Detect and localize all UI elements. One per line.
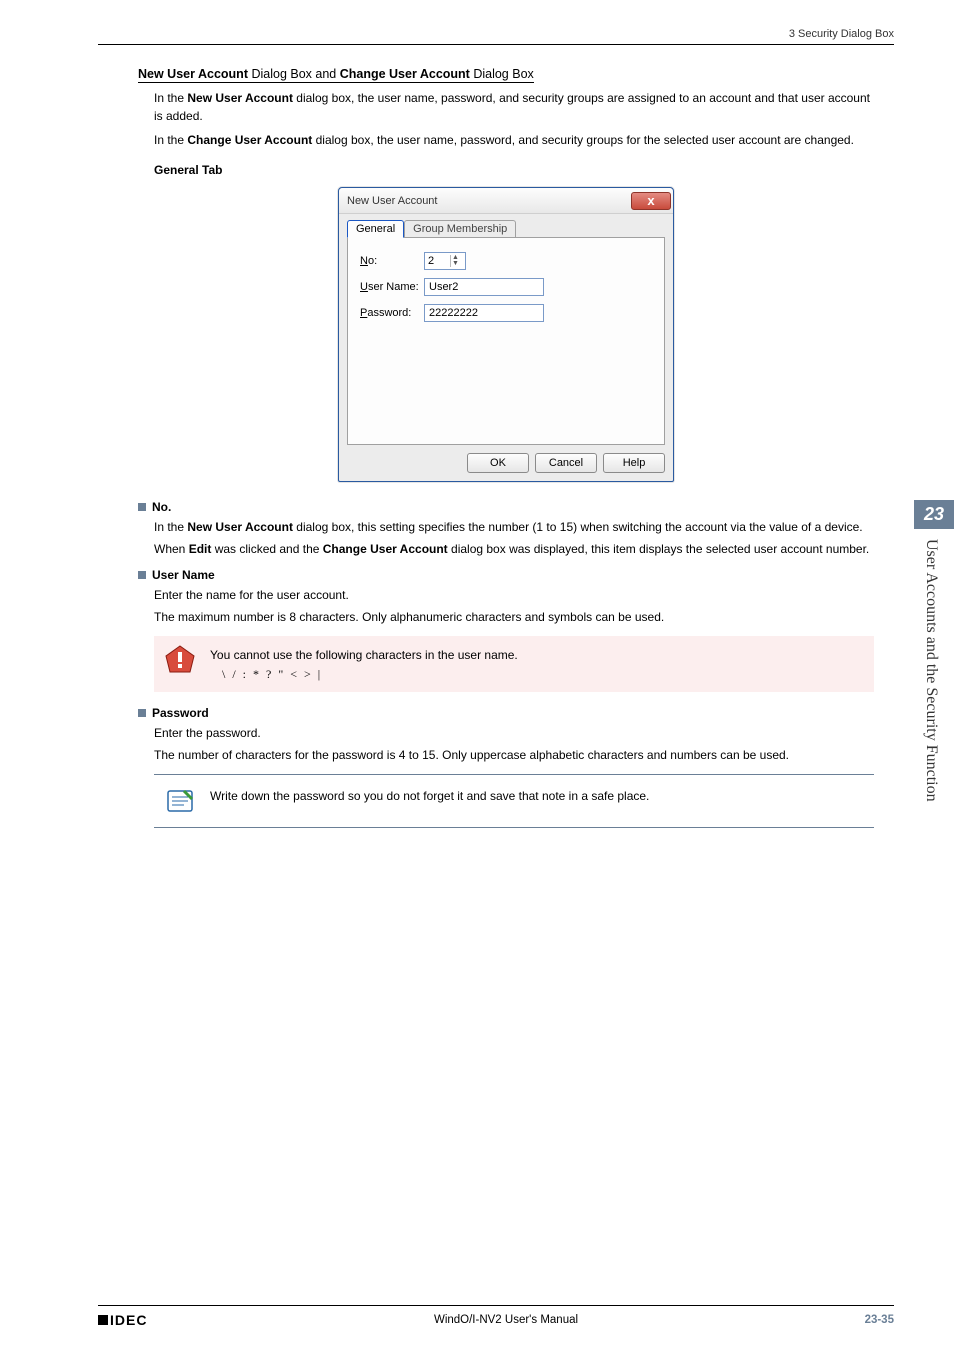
username-input[interactable]: User2 [424, 278, 544, 296]
password-label: Password: [360, 307, 424, 319]
page-number: 23-35 [865, 1314, 894, 1326]
intro-para-2: In the Change User Account dialog box, t… [138, 131, 874, 149]
bullet-password: Password [138, 706, 874, 720]
bullet-username: User Name [138, 568, 874, 582]
close-icon[interactable]: x [631, 192, 671, 210]
username-para-1: Enter the name for the user account. [138, 586, 874, 604]
caution-icon [164, 644, 196, 676]
intro-para-1: In the New User Account dialog box, the … [138, 89, 874, 125]
caution-chars: \ / : * ? " < > | [210, 665, 518, 684]
header-rule [98, 44, 894, 45]
bullet-icon [138, 709, 146, 717]
tab-general[interactable]: General [347, 220, 404, 238]
help-button[interactable]: Help [603, 453, 665, 473]
info-text: Write down the password so you do not fo… [210, 785, 649, 806]
cancel-button[interactable]: Cancel [535, 453, 597, 473]
ok-button[interactable]: OK [467, 453, 529, 473]
username-para-2: The maximum number is 8 characters. Only… [138, 608, 874, 626]
section-title: New User Account Dialog Box and Change U… [138, 67, 534, 83]
note-icon [164, 785, 196, 817]
new-user-account-dialog: New User Account x GeneralGroup Membersh… [338, 187, 674, 482]
info-note: Write down the password so you do not fo… [154, 774, 874, 828]
caution-text: You cannot use the following characters … [210, 646, 518, 665]
brand-logo: IDEC [98, 1312, 147, 1328]
chapter-tab: 23 User Accounts and the Security Functi… [914, 500, 954, 869]
dialog-titlebar: New User Account x [339, 188, 673, 214]
spinner-icon[interactable]: ▲▼ [450, 255, 462, 267]
dialog-title: New User Account [347, 195, 437, 207]
password-para-1: Enter the password. [138, 724, 874, 742]
tab-group-membership[interactable]: Group Membership [404, 220, 516, 237]
password-input[interactable]: 22222222 [424, 304, 544, 322]
dialog-body: No: 2 ▲▼ User Name: User2 Password: 2222… [347, 237, 665, 445]
footer-center: WindO/I-NV2 User's Manual [434, 1314, 578, 1326]
password-para-2: The number of characters for the passwor… [138, 746, 874, 764]
no-label: No: [360, 255, 424, 267]
no-para-1: In the New User Account dialog box, this… [138, 518, 874, 536]
caution-note: You cannot use the following characters … [154, 636, 874, 692]
page-footer: IDEC WindO/I-NV2 User's Manual 23-35 [98, 1305, 894, 1328]
general-tab-heading: General Tab [154, 163, 874, 177]
page-header: 3 Security Dialog Box [98, 28, 894, 44]
no-para-2: When Edit was clicked and the Change Use… [138, 540, 874, 558]
bullet-icon [138, 503, 146, 511]
chapter-number: 23 [914, 500, 954, 529]
no-input[interactable]: 2 ▲▼ [424, 252, 466, 270]
username-label: User Name: [360, 281, 424, 293]
bullet-no: No. [138, 500, 874, 514]
bullet-icon [138, 571, 146, 579]
chapter-title: User Accounts and the Security Function [914, 529, 948, 869]
